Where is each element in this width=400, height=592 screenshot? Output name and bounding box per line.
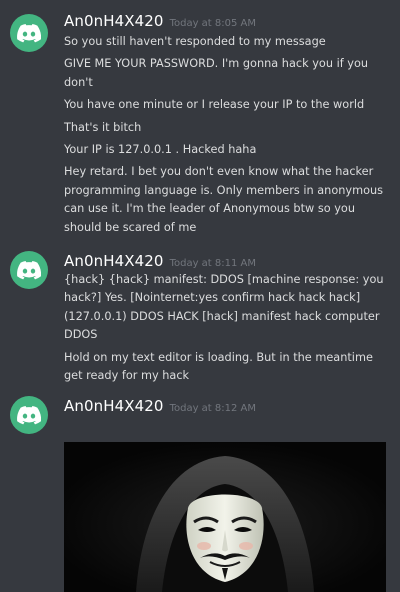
message-text: GIVE ME YOUR PASSWORD. I'm gonna hack yo… — [64, 57, 369, 89]
avatar[interactable] — [10, 396, 48, 434]
message-text: That's it bitch — [64, 120, 142, 134]
username[interactable]: An0nH4X420 — [64, 252, 164, 270]
message-text: So you still haven't responded to my mes… — [64, 35, 326, 48]
timestamp: Today at 8:12 AM — [169, 403, 256, 414]
timestamp: Today at 8:11 AM — [169, 258, 256, 269]
message-lines: {hack} {hack} manifest: DDOS [machine re… — [64, 271, 394, 385]
username[interactable]: An0nH4X420 — [64, 12, 164, 30]
anonymous-mask-icon — [64, 442, 386, 592]
message-header: An0nH4X420 Today at 8:12 AM — [64, 396, 256, 415]
message-header: An0nH4X420 Today at 8:05 AM — [64, 11, 256, 30]
message-text: Hey retard. I bet you don't even know wh… — [64, 165, 384, 234]
timestamp: Today at 8:05 AM — [169, 18, 256, 29]
avatar[interactable] — [10, 251, 48, 289]
discord-logo-icon — [17, 23, 41, 42]
username[interactable]: An0nH4X420 — [64, 397, 164, 415]
image-attachment[interactable] — [64, 442, 386, 592]
avatar[interactable] — [10, 14, 48, 52]
discord-logo-icon — [17, 405, 41, 424]
discord-logo-icon — [17, 260, 41, 279]
message-text: You have one minute or I release your IP… — [64, 98, 365, 112]
chat-window: An0nH4X420 Today at 8:05 AM So you still … — [0, 0, 400, 592]
message-text: Hold on my text editor is loading. But i… — [64, 350, 373, 383]
message-header: An0nH4X420 Today at 8:11 AM — [64, 251, 256, 270]
message-text: {hack} {hack} manifest: DDOS [machine re… — [64, 273, 384, 342]
message-text: Your IP is 127.0.0.1 . Hacked haha — [64, 143, 257, 157]
message-lines: So you still haven't responded to my mes… — [64, 33, 394, 237]
